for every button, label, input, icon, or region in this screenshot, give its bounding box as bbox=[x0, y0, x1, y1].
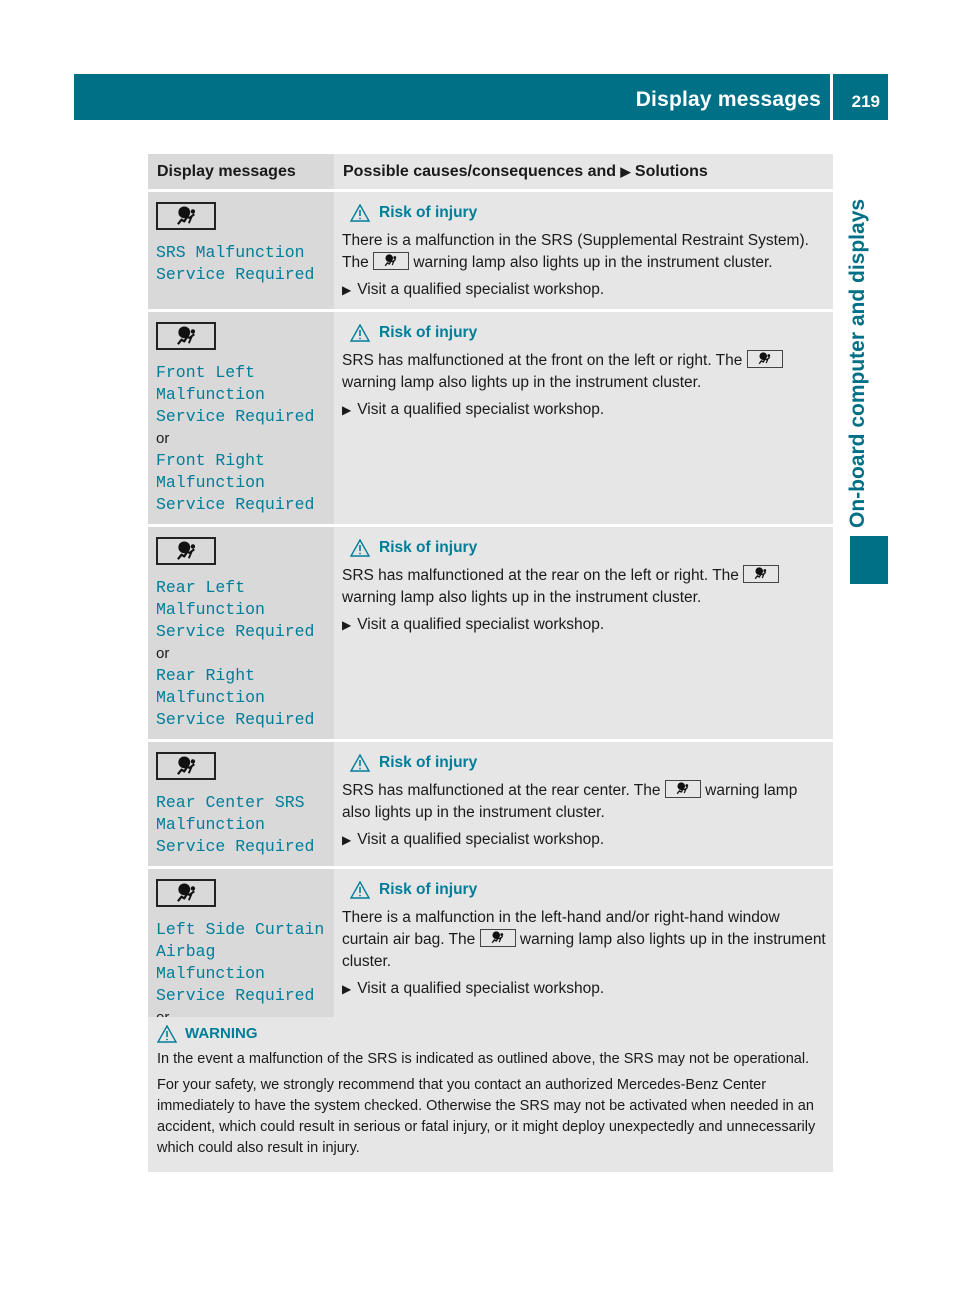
display-message-text: Service Required bbox=[156, 495, 315, 514]
display-message-text: SRS Malfunction bbox=[156, 243, 305, 262]
causes-solutions-cell: Risk of injury SRS has malfunctioned at … bbox=[334, 739, 833, 868]
bullet-arrow-icon: ▶ bbox=[342, 833, 352, 847]
or-connector: or bbox=[156, 645, 170, 662]
display-message-text: Service Required bbox=[156, 986, 315, 1005]
warning-box: WARNING In the event a malfunction of th… bbox=[148, 1017, 833, 1172]
display-message-text: Rear Center SRS bbox=[156, 793, 305, 812]
display-message-cell: SRS Malfunction Service Required bbox=[148, 189, 334, 311]
risk-of-injury-heading: Risk of injury bbox=[350, 752, 827, 774]
display-message-text: Front Left bbox=[156, 363, 256, 382]
cause-description: SRS has malfunctioned at the front on th… bbox=[342, 350, 827, 394]
warning-triangle-icon bbox=[157, 1024, 177, 1043]
causes-solutions-cell: Risk of injury SRS has malfunctioned at … bbox=[334, 524, 833, 741]
bullet-arrow-icon: ▶ bbox=[342, 982, 352, 996]
solution-step: ▶ Visit a qualified specialist workshop. bbox=[342, 399, 827, 421]
srs-airbag-lamp-icon bbox=[156, 537, 216, 565]
srs-airbag-lamp-icon bbox=[156, 752, 216, 780]
warning-triangle-icon bbox=[350, 881, 370, 899]
chapter-side-tab: On-board computer and displays bbox=[846, 198, 869, 528]
srs-airbag-lamp-icon bbox=[373, 252, 410, 270]
table-row: Rear Left Malfunction Service Required or R… bbox=[148, 524, 833, 741]
display-message-cell: Rear Left Malfunction Service Required or R… bbox=[148, 524, 334, 741]
or-connector: or bbox=[156, 430, 170, 447]
risk-of-injury-heading: Risk of injury bbox=[350, 322, 827, 344]
risk-of-injury-heading: Risk of injury bbox=[350, 879, 827, 901]
display-message-text: Front Right bbox=[156, 451, 265, 470]
display-message-text: Rear Right bbox=[156, 666, 256, 685]
display-message-text: Left Side Curtain bbox=[156, 920, 325, 939]
table-row: Rear Center SRS Malfunction Service Requir… bbox=[148, 739, 833, 868]
display-message-text: Service Required bbox=[156, 837, 315, 856]
display-message-text: Malfunction bbox=[156, 600, 265, 619]
srs-airbag-lamp-icon bbox=[746, 350, 783, 368]
cause-description: SRS has malfunctioned at the rear center… bbox=[342, 780, 798, 821]
display-message-text: Rear Left bbox=[156, 578, 246, 597]
display-message-text: Service Required bbox=[156, 407, 315, 426]
chapter-tab-marker bbox=[850, 536, 888, 584]
srs-airbag-lamp-icon bbox=[156, 879, 216, 907]
warning-heading: WARNING bbox=[157, 1023, 825, 1044]
bullet-arrow-icon: ▶ bbox=[342, 618, 352, 632]
bullet-arrow-icon: ▶ bbox=[342, 283, 352, 297]
srs-airbag-lamp-icon bbox=[479, 929, 516, 947]
warning-paragraph: For your safety, we strongly recommend t… bbox=[157, 1077, 816, 1156]
solution-step: ▶ Visit a qualified specialist workshop. bbox=[342, 614, 827, 636]
srs-airbag-lamp-icon bbox=[664, 780, 701, 798]
display-message-cell: Rear Center SRS Malfunction Service Requir… bbox=[148, 739, 334, 868]
risk-of-injury-heading: Risk of injury bbox=[350, 202, 827, 224]
table-row: Front Left Malfunction Service Required or… bbox=[148, 309, 833, 526]
causes-solutions-cell: Risk of injury SRS has malfunctioned at … bbox=[334, 309, 833, 526]
srs-airbag-lamp-icon bbox=[156, 322, 216, 350]
section-title: Display messages bbox=[635, 88, 821, 111]
display-message-cell: Front Left Malfunction Service Required or… bbox=[148, 309, 334, 526]
play-arrow-icon: ▶ bbox=[620, 164, 631, 179]
srs-airbag-lamp-icon bbox=[743, 565, 780, 583]
display-messages-table: Display messages Possible causes/consequ… bbox=[148, 154, 833, 1147]
display-message-text: Malfunction bbox=[156, 688, 265, 707]
risk-of-injury-heading: Risk of injury bbox=[350, 537, 827, 559]
causes-solutions-cell: Risk of injury There is a malfunction in… bbox=[334, 189, 833, 311]
solution-step: ▶ Visit a qualified specialist workshop. bbox=[342, 978, 827, 1000]
display-message-text: Malfunction bbox=[156, 473, 265, 492]
column-header-display-messages: Display messages bbox=[148, 154, 334, 191]
page-header-bar: Display messages 219 bbox=[74, 74, 888, 120]
warning-triangle-icon bbox=[350, 539, 370, 557]
warning-triangle-icon bbox=[350, 754, 370, 772]
solution-step: ▶ Visit a qualified specialist workshop. bbox=[342, 279, 827, 301]
display-message-text: Service Required bbox=[156, 622, 315, 641]
display-message-text: Malfunction bbox=[156, 385, 265, 404]
bullet-arrow-icon: ▶ bbox=[342, 403, 352, 417]
cause-description: There is a malfunction in the SRS (Suppl… bbox=[342, 232, 809, 271]
warning-paragraph: In the event a malfunction of the SRS is… bbox=[157, 1051, 810, 1067]
warning-triangle-icon bbox=[350, 204, 370, 222]
table-row: SRS Malfunction Service Required Risk of … bbox=[148, 189, 833, 311]
cause-description: SRS has malfunctioned at the rear on the… bbox=[342, 565, 827, 609]
page-number: 219 bbox=[851, 92, 880, 111]
srs-airbag-lamp-icon bbox=[156, 202, 216, 230]
display-message-text: Airbag Malfunction bbox=[156, 942, 265, 983]
column-header-causes-solutions: Possible causes/consequences and ▶ Solut… bbox=[334, 154, 833, 191]
display-message-text: Malfunction bbox=[156, 815, 265, 834]
table-header-row: Display messages Possible causes/consequ… bbox=[148, 154, 833, 191]
solution-step: ▶ Visit a qualified specialist workshop. bbox=[342, 829, 827, 851]
display-message-text: Service Required bbox=[156, 265, 315, 284]
display-message-text: Service Required bbox=[156, 710, 315, 729]
header-divider bbox=[830, 74, 833, 120]
warning-triangle-icon bbox=[350, 324, 370, 342]
cause-description: There is a malfunction in the left-hand … bbox=[342, 909, 826, 970]
